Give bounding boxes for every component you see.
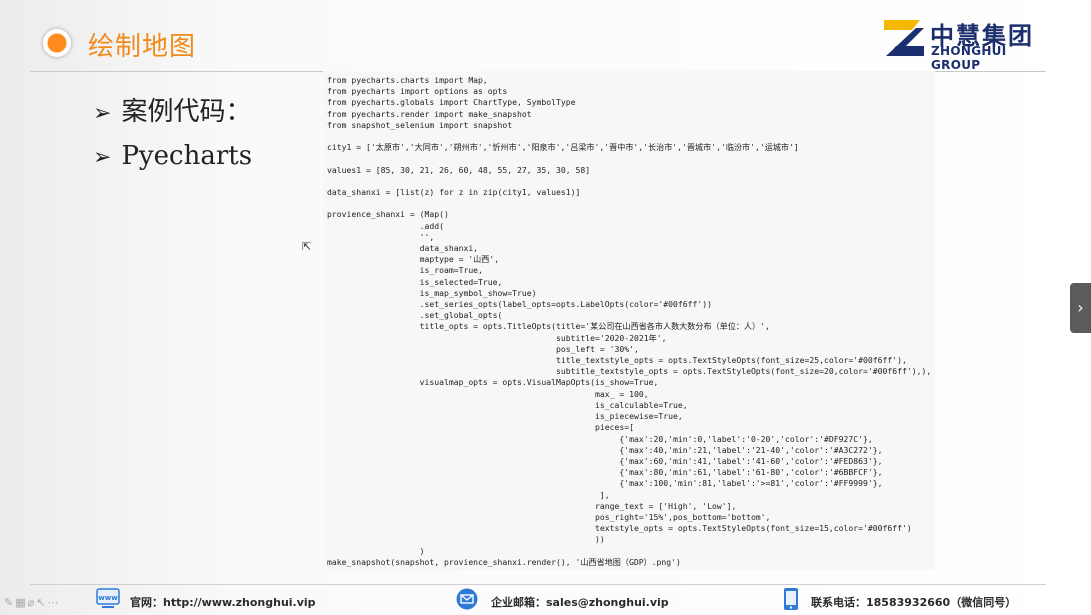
code-block: from pyecharts.charts import Map, from py… (327, 75, 931, 568)
code-line: .set_global_opts( (327, 310, 503, 321)
grid-icon[interactable]: ▦ (15, 596, 27, 609)
code-line: ) (327, 545, 425, 556)
code-line: pos_left = '30%', (327, 343, 639, 354)
mail-icon (456, 588, 478, 610)
code-line: is_piecewise=True, (327, 411, 683, 422)
phone-icon (784, 588, 798, 610)
code-line: '', (327, 231, 435, 242)
code-line: maptype = '山西', (327, 254, 500, 265)
code-line: max_ = 100, (327, 388, 649, 399)
code-line: {'max':80,'min':61,'label':'61-80','colo… (327, 467, 883, 478)
arrow-bullet-icon: ➢ (93, 101, 112, 126)
footer-phone: 联系电话：18583932660（微信同号） (779, 588, 1039, 612)
bullet-item-pyecharts: ➢ Pyecharts (93, 141, 252, 171)
code-line: {'max':40,'min':21,'label':'21-40','colo… (327, 444, 883, 455)
code-line: range_text = ['High', 'Low'], (327, 500, 737, 511)
orange-dot-icon (43, 29, 71, 57)
code-line: title_opts = opts.TitleOpts(title='某公司在山… (327, 321, 770, 332)
phone-text: 联系电话：18583932660（微信同号） (811, 596, 1017, 609)
logo-english-name: ZHONGHUI GROUP (931, 44, 1007, 72)
code-panel: from pyecharts.charts import Map, from py… (323, 71, 935, 570)
code-line: title_textstyle_opts = opts.TextStyleOpt… (327, 355, 907, 366)
zhonghui-logo-icon (884, 20, 924, 56)
code-line: is_calculable=True, (327, 399, 688, 410)
mouse-cursor-icon: ⇱ (302, 240, 312, 253)
email-text: 企业邮箱：sales@zhonghui.vip (491, 596, 669, 609)
code-line: from pyecharts.globals import ChartType,… (327, 97, 576, 108)
code-line: provience_shanxi = (Map() (327, 209, 449, 220)
footer-divider (30, 584, 1046, 585)
slide-header: 绘制地图 中慧集团 ZHONGHUI GROUP (0, 0, 1091, 72)
code-line: is_roam=True, (327, 265, 483, 276)
chevron-right-icon: › (1077, 298, 1084, 317)
code-line: {'max':20,'min':0,'label':'0-20','color'… (327, 433, 873, 444)
pointer-icon[interactable]: ↖ (36, 596, 47, 609)
pen-icon[interactable]: ✎ (4, 596, 15, 609)
eraser-icon[interactable]: ⌀ (28, 596, 37, 609)
code-line: subtitle='2020-2021年', (327, 332, 667, 343)
footer-email: 企业邮箱：sales@zhonghui.vip (455, 588, 675, 612)
svg-text:www: www (98, 594, 118, 602)
code-line: ], (327, 489, 610, 500)
code-line: from pyecharts.render import make_snapsh… (327, 108, 532, 119)
code-line: city1 = ['太原市','大同市','朔州市','忻州市','阳泉市','… (327, 142, 799, 153)
code-line: pos_right='15%',pos_bottom='bottom', (327, 511, 771, 522)
presentation-toolbar[interactable]: ✎▦⌀↖⋯ (4, 596, 60, 609)
bullet-text: Pyecharts (121, 141, 253, 171)
bullet-item-code: ➢ 案例代码： (93, 91, 251, 128)
next-slide-button[interactable]: › (1070, 283, 1091, 333)
code-line: is_selected=True, (327, 276, 503, 287)
code-line: is_map_symbol_show=True) (327, 287, 537, 298)
code-line: .set_series_opts(label_opts=opts.LabelOp… (327, 299, 712, 310)
code-line: {'max':60,'min':41,'label':'41-60','colo… (327, 455, 883, 466)
code-line: make_snapshot(snapshot, provience_shanxi… (327, 556, 681, 567)
code-line: visualmap_opts = opts.VisualMapOpts(is_s… (327, 377, 659, 388)
code-line: {'max':100,'min':81,'label':'>=81','colo… (327, 478, 883, 489)
code-line: )) (327, 534, 605, 545)
company-logo: 中慧集团 ZHONGHUI GROUP (880, 14, 1046, 72)
arrow-bullet-icon: ➢ (93, 145, 112, 170)
footer-website: www 官网：http://www.zhonghui.vip (96, 588, 316, 612)
website-text: 官网：http://www.zhonghui.vip (130, 596, 316, 609)
page-title: 绘制地图 (88, 32, 197, 62)
bullet-text: 案例代码： (121, 97, 252, 127)
code-line: data_shanxi, (327, 243, 479, 254)
code-line: from pyecharts import options as opts (327, 86, 508, 97)
code-line: pieces=[ (327, 422, 634, 433)
code-line: values1 = [85, 30, 21, 26, 60, 48, 55, 2… (327, 164, 591, 175)
code-line: from pyecharts.charts import Map, (327, 75, 488, 85)
www-icon: www (96, 588, 120, 608)
code-line: subtitle_textstyle_opts = opts.TextStyle… (327, 366, 932, 377)
code-line: .add( (327, 220, 444, 231)
code-line: data_shanxi = [list(z) for z in zip(city… (327, 187, 581, 198)
code-line: from snapshot_selenium import snapshot (327, 119, 513, 130)
more-icon[interactable]: ⋯ (47, 596, 60, 609)
code-line: textstyle_opts = opts.TextStyleOpts(font… (327, 523, 912, 534)
